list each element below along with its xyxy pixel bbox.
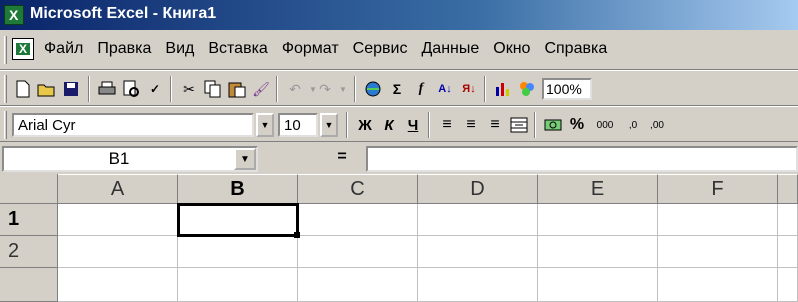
formula-input[interactable] bbox=[366, 146, 798, 172]
column-header-b[interactable]: B bbox=[178, 174, 298, 204]
toolbar-grip[interactable] bbox=[4, 111, 7, 139]
cell-c2[interactable] bbox=[298, 236, 418, 268]
menu-grip[interactable] bbox=[4, 36, 7, 64]
print-preview-icon[interactable] bbox=[120, 78, 142, 100]
cell-f3[interactable] bbox=[658, 268, 778, 302]
fill-handle[interactable] bbox=[294, 232, 300, 238]
zoom-box[interactable]: 100% bbox=[542, 78, 592, 100]
column-header-c[interactable]: C bbox=[298, 174, 418, 204]
sort-ascending-icon[interactable]: A↓ bbox=[434, 78, 456, 100]
menu-bar: Файл Правка Вид Вставка Формат Сервис Да… bbox=[0, 30, 798, 70]
standard-toolbar: ✓ ✂ 🖌 ↶ ▼ ↷ ▼ Σ f A↓ Я↓ 100% bbox=[0, 70, 798, 106]
font-size-value: 10 bbox=[284, 117, 301, 134]
percent-button[interactable]: % bbox=[566, 114, 588, 136]
bold-button[interactable]: Ж bbox=[354, 114, 376, 136]
column-header-f[interactable]: F bbox=[658, 174, 778, 204]
cell-a1[interactable] bbox=[58, 204, 178, 236]
name-box[interactable]: B1 bbox=[2, 146, 258, 172]
menu-help[interactable]: Справка bbox=[544, 40, 607, 58]
cell-d1[interactable] bbox=[418, 204, 538, 236]
menu-tools[interactable]: Сервис bbox=[353, 40, 408, 58]
drawing-icon[interactable] bbox=[516, 78, 538, 100]
cell-f1[interactable] bbox=[658, 204, 778, 236]
spelling-icon[interactable]: ✓ bbox=[144, 78, 166, 100]
menu-window[interactable]: Окно bbox=[493, 40, 530, 58]
save-icon[interactable] bbox=[60, 78, 82, 100]
sort-descending-icon[interactable]: Я↓ bbox=[458, 78, 480, 100]
cell-c1[interactable] bbox=[298, 204, 418, 236]
formatting-toolbar: Arial Cyr ▼ 10 ▼ Ж К Ч ≡ ≡ ≡ % 000 ,0 ,0… bbox=[0, 106, 798, 142]
italic-button[interactable]: К bbox=[378, 114, 400, 136]
workbook-icon[interactable] bbox=[12, 38, 34, 60]
font-size-dropdown-icon[interactable]: ▼ bbox=[320, 113, 338, 137]
increase-decimal-icon[interactable]: ,0 bbox=[622, 114, 644, 136]
cell-g3[interactable] bbox=[778, 268, 798, 302]
title-bar: Microsoft Excel - Книга1 bbox=[0, 0, 798, 30]
row-header-3[interactable] bbox=[0, 268, 58, 302]
cell-b2[interactable] bbox=[178, 236, 298, 268]
function-icon[interactable]: f bbox=[410, 78, 432, 100]
column-header-a[interactable]: A bbox=[58, 174, 178, 204]
excel-app-icon[interactable] bbox=[4, 5, 24, 25]
cell-a3[interactable] bbox=[58, 268, 178, 302]
open-icon[interactable] bbox=[36, 78, 58, 100]
paste-icon[interactable] bbox=[226, 78, 248, 100]
menu-file[interactable]: Файл bbox=[44, 40, 83, 58]
active-cell-b1[interactable] bbox=[177, 203, 299, 237]
menu-insert[interactable]: Вставка bbox=[208, 40, 267, 58]
name-box-value: B1 bbox=[108, 149, 130, 168]
row-header-2[interactable]: 2 bbox=[0, 236, 58, 268]
currency-icon[interactable] bbox=[542, 114, 564, 136]
column-header-d[interactable]: D bbox=[418, 174, 538, 204]
menu-data[interactable]: Данные bbox=[421, 40, 479, 58]
merge-center-icon[interactable] bbox=[508, 114, 530, 136]
align-center-icon[interactable]: ≡ bbox=[460, 114, 482, 136]
align-right-icon[interactable]: ≡ bbox=[484, 114, 506, 136]
format-painter-icon[interactable]: 🖌 bbox=[250, 78, 272, 100]
cell-e2[interactable] bbox=[538, 236, 658, 268]
menu-view[interactable]: Вид bbox=[165, 40, 194, 58]
name-box-dropdown-icon[interactable]: ▼ bbox=[234, 148, 256, 170]
cell-d3[interactable] bbox=[418, 268, 538, 302]
select-all-corner[interactable] bbox=[0, 174, 58, 204]
cut-icon[interactable]: ✂ bbox=[178, 78, 200, 100]
edit-formula-button[interactable]: = bbox=[330, 148, 354, 170]
decrease-decimal-icon[interactable]: ,00 bbox=[646, 114, 668, 136]
cell-a2[interactable] bbox=[58, 236, 178, 268]
underline-button[interactable]: Ч bbox=[402, 114, 424, 136]
row-header-1[interactable]: 1 bbox=[0, 204, 58, 236]
hyperlink-icon[interactable] bbox=[362, 78, 384, 100]
align-left-icon[interactable]: ≡ bbox=[436, 114, 458, 136]
new-icon[interactable] bbox=[12, 78, 34, 100]
font-name-dropdown-icon[interactable]: ▼ bbox=[256, 113, 274, 137]
menu-format[interactable]: Формат bbox=[282, 40, 339, 58]
worksheet-grid: A B C D E F 1 2 bbox=[0, 174, 798, 302]
cell-f2[interactable] bbox=[658, 236, 778, 268]
thousands-button[interactable]: 000 bbox=[592, 114, 618, 136]
column-header-g[interactable] bbox=[778, 174, 798, 204]
menu-edit[interactable]: Правка bbox=[97, 40, 151, 58]
font-size-box[interactable]: 10 bbox=[278, 113, 318, 137]
redo-dropdown-icon[interactable]: ▼ bbox=[332, 78, 354, 100]
cell-c3[interactable] bbox=[298, 268, 418, 302]
font-name-value: Arial Cyr bbox=[18, 117, 76, 134]
cell-b3[interactable] bbox=[178, 268, 298, 302]
chart-wizard-icon[interactable] bbox=[492, 78, 514, 100]
font-name-box[interactable]: Arial Cyr bbox=[12, 113, 254, 137]
toolbar-grip[interactable] bbox=[4, 75, 7, 103]
column-header-e[interactable]: E bbox=[538, 174, 658, 204]
window-title: Microsoft Excel - Книга1 bbox=[30, 5, 217, 22]
formula-bar: B1 ▼ = bbox=[0, 142, 798, 174]
print-icon[interactable] bbox=[96, 78, 118, 100]
autosum-icon[interactable]: Σ bbox=[386, 78, 408, 100]
cell-d2[interactable] bbox=[418, 236, 538, 268]
cell-g2[interactable] bbox=[778, 236, 798, 268]
cell-e1[interactable] bbox=[538, 204, 658, 236]
cell-e3[interactable] bbox=[538, 268, 658, 302]
cell-g1[interactable] bbox=[778, 204, 798, 236]
copy-icon[interactable] bbox=[202, 78, 224, 100]
